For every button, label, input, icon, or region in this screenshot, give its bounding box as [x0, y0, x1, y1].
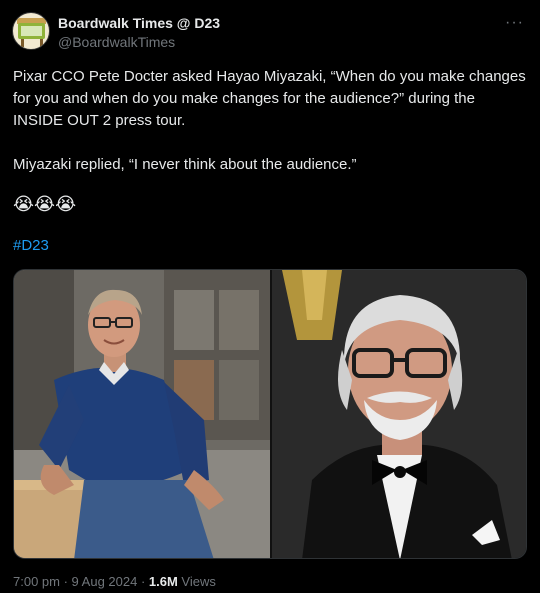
avatar-sign — [18, 23, 45, 39]
author-handle[interactable]: @BoardwalkTimes — [58, 34, 175, 50]
hashtag-link[interactable]: #D23 — [13, 237, 49, 254]
avatar-post-right — [40, 39, 43, 47]
tweet-media[interactable] — [13, 269, 527, 559]
separator: · — [137, 574, 149, 589]
tweet-footer: 7:00 pm · 9 Aug 2024 · 1.6M Views — [13, 574, 216, 589]
separator: · — [59, 574, 72, 589]
author-name[interactable]: Boardwalk Times @ D23 — [58, 15, 220, 31]
crying-emojis: 😭😭😭 — [13, 194, 77, 214]
tweet-body: Pixar CCO Pete Docter asked Hayao Miyaza… — [13, 66, 528, 176]
photo-pete-docter[interactable] — [14, 270, 270, 558]
avatar-post-left — [21, 39, 24, 47]
tweet-header: Boardwalk Times @ D23 @BoardwalkTimes ··… — [12, 12, 528, 56]
tweet-time[interactable]: 7:00 pm — [13, 574, 60, 589]
more-options-icon[interactable]: ··· — [505, 14, 524, 32]
photo-hayao-miyazaki[interactable] — [272, 270, 526, 558]
tweet-paragraph-1: Pixar CCO Pete Docter asked Hayao Miyaza… — [13, 68, 526, 129]
tweet-date[interactable]: 9 Aug 2024 — [72, 574, 138, 589]
views-label: Views — [177, 574, 216, 589]
avatar[interactable] — [12, 12, 50, 50]
views-count: 1.6M — [148, 574, 178, 589]
tweet-paragraph-2: Miyazaki replied, “I never think about t… — [13, 156, 357, 173]
